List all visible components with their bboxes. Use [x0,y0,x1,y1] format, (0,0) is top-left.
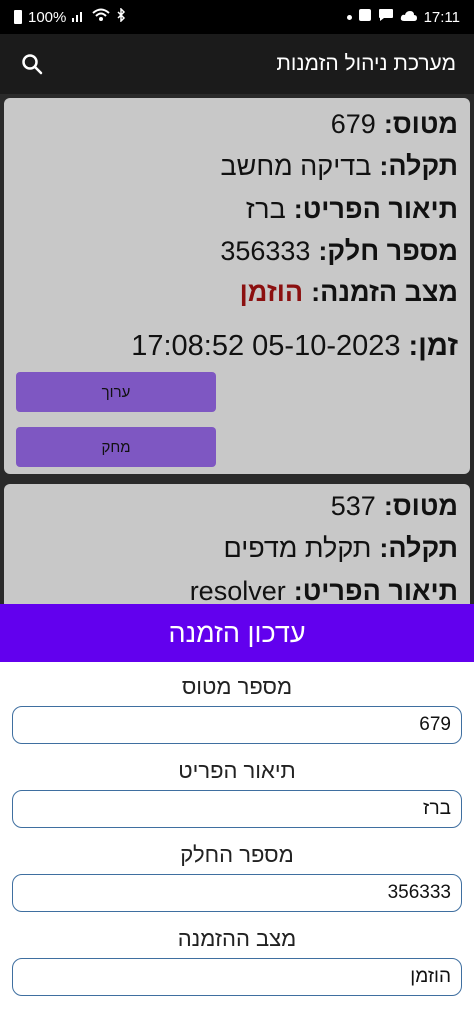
bluetooth-icon [116,7,126,26]
item-description-input[interactable]: ברז [12,790,462,828]
delete-button[interactable]: מחק [16,427,216,467]
order-status-input[interactable]: הוזמן [12,958,462,996]
signal-icon [72,9,86,26]
part-number-input[interactable]: 356333 [12,874,462,912]
battery-percent: 100% [28,8,67,26]
flight-row: מטוס: 679 [331,104,458,144]
fault-value: תקלת מדפים [223,532,372,563]
time-label: זמן: [408,329,458,362]
item-row: תיאור הפריט: ברז [246,189,458,229]
item-row: תיאור הפריט: resolver [189,571,458,605]
search-button[interactable] [18,50,46,78]
item-label: תיאור הפריט: [293,193,458,224]
clock-time: 17:11 [423,8,460,26]
flight-label: מטוס: [383,108,458,139]
order-status-label: מצב ההזמנה [177,926,297,951]
order-card[interactable]: מטוס: 537 תקלה: תקלת מדפים תיאור הפריט: … [4,484,470,604]
app-bar: מערכת ניהול הזמנות [0,34,474,94]
part-value: 356333 [220,235,311,266]
part-label: מספר חלק: [318,235,458,266]
item-value: resolver [189,575,286,605]
fault-row: תקלה: בדיקה מחשב [221,146,459,186]
edit-button[interactable]: ערוך [16,372,216,412]
time-value: 05-10-2023 17:08:52 [131,329,401,362]
flight-value: 537 [330,490,376,521]
fault-value: בדיקה מחשב [220,150,372,181]
status-left: 100% [14,7,126,26]
item-description-label: תיאור הפריט [178,758,296,783]
fault-label: תקלה: [379,532,458,563]
update-order-dialog: עדכון הזמנה מספר מטוס 679 תיאור הפריט בר… [0,604,474,1016]
dialog-title: עדכון הזמנה [0,604,474,662]
notification-dot-icon [346,14,352,20]
cloud-icon [400,9,418,26]
flight-row: מטוס: 537 [331,486,458,526]
app-notification-icon [358,8,372,26]
flight-number-label: מספר מטוס [181,674,293,699]
fault-label: תקלה: [379,150,458,181]
app-title: מערכת ניהול הזמנות [276,52,456,75]
item-value: ברז [245,193,286,224]
orders-list[interactable]: מטוס: 679 תקלה: בדיקה מחשב תיאור הפריט: … [0,94,474,604]
flight-value: 679 [330,108,376,139]
status-label: מצב הזמנה: [311,276,458,307]
message-icon [378,8,394,26]
status-value: הוזמן [239,276,304,307]
part-row: מספר חלק: 356333 [220,231,458,271]
order-card[interactable]: מטוס: 679 תקלה: בדיקה מחשב תיאור הפריט: … [4,98,470,474]
wifi-call-icon [92,8,111,26]
flight-number-input[interactable]: 679 [12,706,462,744]
status-row: מצב הזמנה: הוזמן [240,272,458,312]
status-right: 17:11 [346,8,460,26]
part-number-label: מספר החלק [180,842,294,867]
search-icon [22,54,43,75]
flight-label: מטוס: [383,490,458,521]
status-bar: 100% 17:11 [0,0,474,34]
time-row: זמן: 05-10-2023 17:08:52 [131,326,458,366]
item-label: תיאור הפריט: [293,575,458,605]
fault-row: תקלה: תקלת מדפים [223,528,458,568]
battery-icon [14,10,22,24]
